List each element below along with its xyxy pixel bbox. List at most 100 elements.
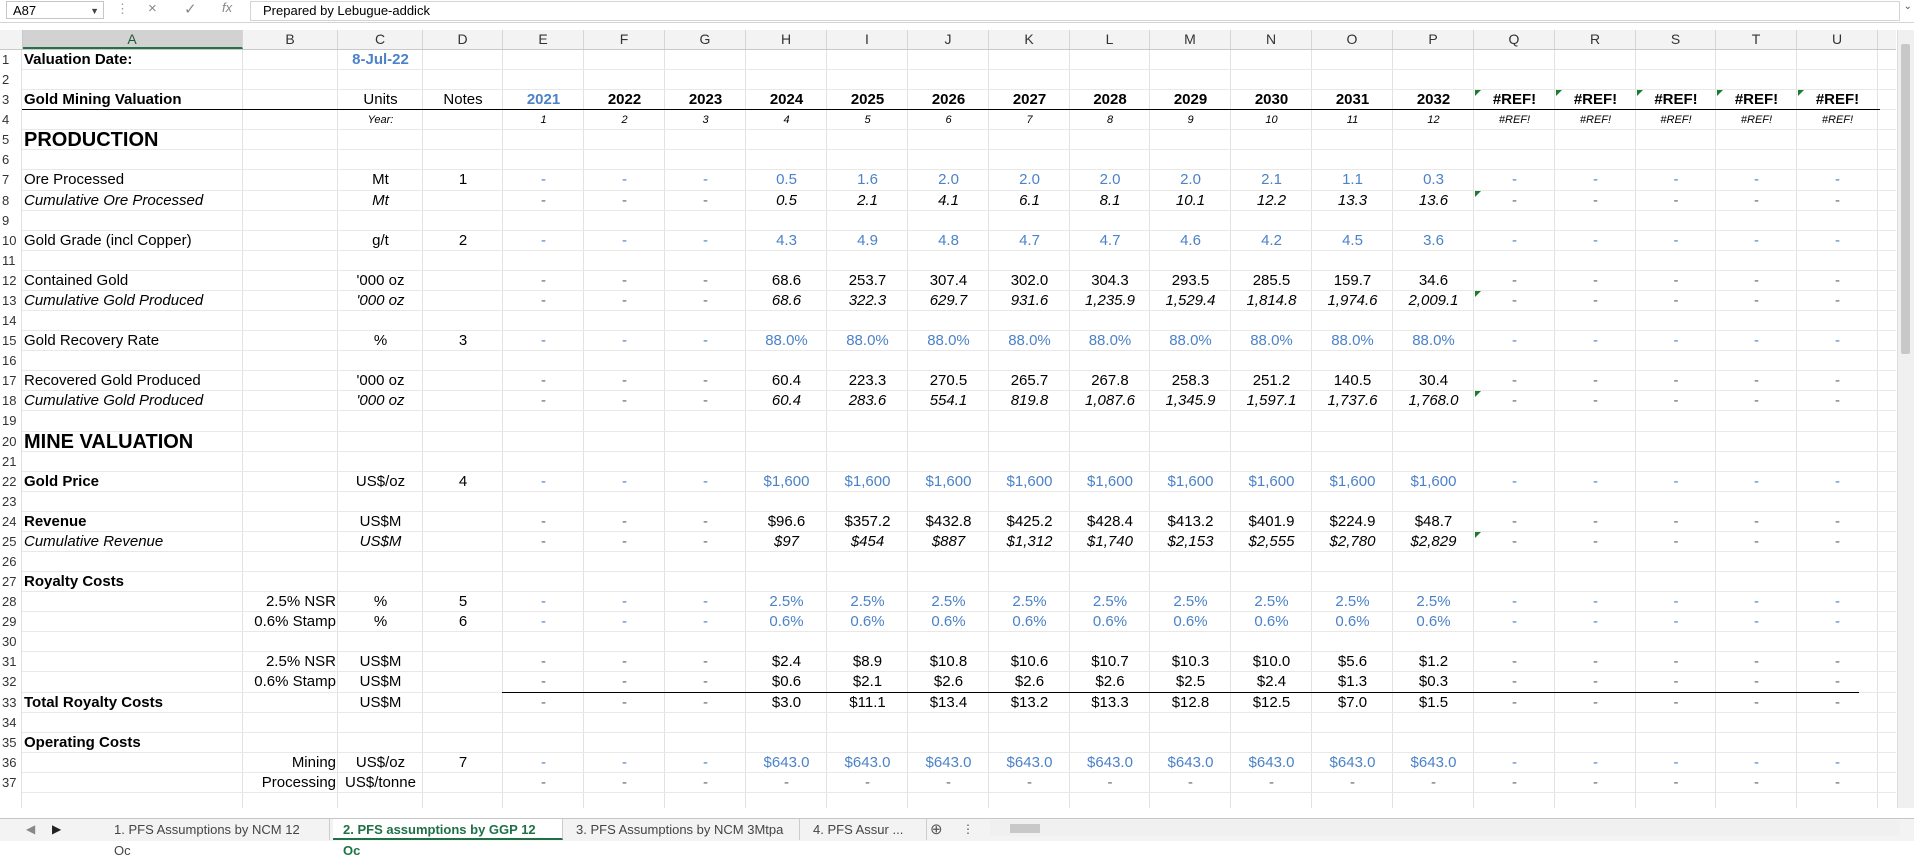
row-header[interactable]: 30 xyxy=(0,632,22,652)
add-sheet-icon[interactable]: ⊕ xyxy=(930,819,943,840)
column-header-n[interactable]: N xyxy=(1231,30,1312,49)
row-header[interactable]: 15 xyxy=(0,331,22,351)
row-header[interactable]: 36 xyxy=(0,753,22,773)
next-sheet-icon[interactable]: ▶ xyxy=(52,819,61,840)
formula-input[interactable]: Prepared by Lebugue-addick xyxy=(250,1,1900,21)
row-header[interactable]: 16 xyxy=(0,351,22,371)
row-header[interactable]: 20 xyxy=(0,432,22,452)
row-header[interactable]: 31 xyxy=(0,652,22,672)
row-header[interactable]: 25 xyxy=(0,532,22,552)
column-header-t[interactable]: T xyxy=(1716,30,1797,49)
column-header-h[interactable]: H xyxy=(746,30,827,49)
year-index: 3 xyxy=(702,114,709,127)
column-header-r[interactable]: R xyxy=(1555,30,1636,49)
row-header[interactable]: 6 xyxy=(0,150,22,170)
column-header-s[interactable]: S xyxy=(1636,30,1716,49)
value-cell: - xyxy=(1835,653,1840,671)
row-header[interactable]: 23 xyxy=(0,492,22,512)
row-header[interactable]: 10 xyxy=(0,231,22,251)
row-header[interactable]: 34 xyxy=(0,713,22,733)
tab-sheet-1[interactable]: 1. PFS Assumptions by NCM 12 Oc xyxy=(104,819,330,858)
column-header-a[interactable]: A xyxy=(22,30,243,49)
column-header-q[interactable]: Q xyxy=(1474,30,1555,49)
row-header[interactable]: 14 xyxy=(0,311,22,331)
section-production: PRODUCTION xyxy=(24,129,159,152)
row-header[interactable]: 7 xyxy=(0,170,22,190)
row-label: Contained Gold xyxy=(24,271,129,289)
row-header[interactable]: 22 xyxy=(0,472,22,492)
column-header-k[interactable]: K xyxy=(989,30,1070,49)
value-cell: - xyxy=(1754,271,1759,289)
column-header-u[interactable]: U xyxy=(1797,30,1878,49)
row-header[interactable]: 4 xyxy=(0,110,22,130)
column-header-b[interactable]: B xyxy=(243,30,338,49)
row-header[interactable]: 5 xyxy=(0,130,22,150)
value-cell: - xyxy=(1673,191,1679,209)
row-header[interactable]: 37 xyxy=(0,773,22,793)
row-header[interactable]: 28 xyxy=(0,592,22,612)
gridline xyxy=(1230,50,1231,808)
column-header-i[interactable]: I xyxy=(827,30,908,49)
enter-icon[interactable]: ✓ xyxy=(184,0,197,18)
value-cell: - xyxy=(1754,332,1759,350)
spreadsheet-grid[interactable]: ABCDEFGHIJKLMNOPQRSTU 1 2 3 4 5 6 7 8 9 10 11 12 13 1… xyxy=(0,30,1896,808)
row-header[interactable]: 24 xyxy=(0,512,22,532)
row-header[interactable]: 2 xyxy=(0,70,22,90)
prev-sheet-icon[interactable]: ◀ xyxy=(26,819,35,840)
column-header-o[interactable]: O xyxy=(1312,30,1393,49)
gridline xyxy=(1877,50,1878,808)
scroll-thumb[interactable] xyxy=(1901,44,1910,354)
row-header[interactable]: 17 xyxy=(0,371,22,391)
gridline xyxy=(1473,50,1474,808)
column-header-p[interactable]: P xyxy=(1393,30,1474,49)
row-header[interactable]: 9 xyxy=(0,211,22,231)
value-cell: 258.3 xyxy=(1171,372,1210,390)
expand-formula-icon[interactable]: ⌄ xyxy=(1904,1,1912,12)
row-header[interactable]: 32 xyxy=(0,672,22,692)
fx-icon[interactable]: fx xyxy=(222,0,232,15)
value-cell: 60.4 xyxy=(771,392,802,410)
row-label: Recovered Gold Produced xyxy=(24,372,201,390)
tab-sheet-3[interactable]: 3. PFS Assumptions by NCM 3Mtpa xyxy=(566,819,800,840)
row-header[interactable]: 1 xyxy=(0,50,22,70)
horizontal-scrollbar[interactable] xyxy=(990,820,1900,836)
more-options-icon[interactable]: ⋮ xyxy=(116,1,129,17)
row-header[interactable]: 8 xyxy=(0,191,22,211)
value-cell: 0.5 xyxy=(776,171,797,189)
column-header-d[interactable]: D xyxy=(423,30,503,49)
unit-cell: % xyxy=(373,593,388,611)
tab-sheet-2[interactable]: 2. PFS assumptions by GGP 12 Oc xyxy=(333,819,563,858)
tab-split-icon[interactable]: ⋮ xyxy=(962,819,974,840)
row-header[interactable]: 29 xyxy=(0,612,22,632)
column-header-m[interactable]: M xyxy=(1150,30,1231,49)
row-header[interactable]: 21 xyxy=(0,452,22,472)
row-header[interactable]: 19 xyxy=(0,411,22,431)
row-header[interactable]: 26 xyxy=(0,552,22,572)
column-header-f[interactable]: F xyxy=(584,30,665,49)
select-all-corner[interactable] xyxy=(0,30,23,49)
vertical-scrollbar[interactable] xyxy=(1897,30,1914,808)
value-cell: $13.3 xyxy=(1091,693,1129,711)
column-header-j[interactable]: J xyxy=(908,30,989,49)
row-header[interactable]: 11 xyxy=(0,251,22,271)
row-sublabel: Mining xyxy=(291,753,336,771)
row-header[interactable]: 18 xyxy=(0,391,22,411)
column-header-l[interactable]: L xyxy=(1070,30,1150,49)
row-header[interactable]: 13 xyxy=(0,291,22,311)
year-index: 4 xyxy=(783,114,790,127)
cancel-icon[interactable]: × xyxy=(148,0,157,17)
name-box[interactable]: A87 ▼ xyxy=(6,1,104,19)
row-header[interactable]: 27 xyxy=(0,572,22,592)
column-header-g[interactable]: G xyxy=(665,30,746,49)
chevron-down-icon[interactable]: ▼ xyxy=(90,2,99,20)
row-header[interactable]: 35 xyxy=(0,733,22,753)
row-header[interactable]: 12 xyxy=(0,271,22,291)
gridline xyxy=(22,69,1896,71)
column-header-c[interactable]: C xyxy=(338,30,423,49)
row-header[interactable]: 3 xyxy=(0,90,22,110)
scroll-thumb[interactable] xyxy=(1010,824,1040,833)
tab-sheet-4[interactable]: 4. PFS Assur ... xyxy=(803,819,927,840)
column-header-e[interactable]: E xyxy=(503,30,584,49)
value-cell: - xyxy=(622,673,627,691)
row-header[interactable]: 33 xyxy=(0,693,22,713)
